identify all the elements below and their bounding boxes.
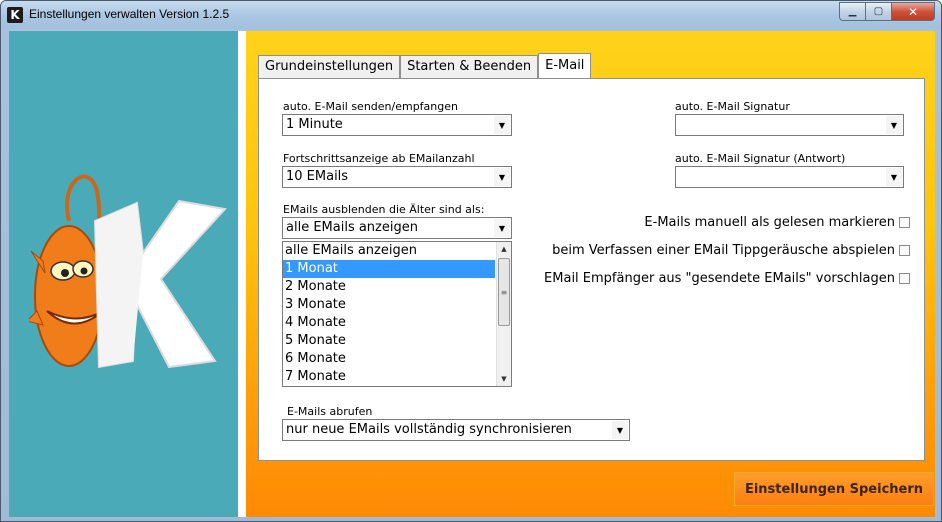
mark-read-label: E-Mails manuell als gelesen markieren (644, 214, 895, 230)
list-item[interactable]: 4 Monate (283, 314, 495, 332)
scroll-up-icon[interactable]: ▲ (497, 242, 511, 256)
list-item[interactable]: 3 Monate (283, 296, 495, 314)
chevron-down-icon[interactable]: ▼ (494, 116, 510, 134)
tab-email[interactable]: E-Mail (538, 53, 592, 79)
logo-panel (9, 31, 238, 517)
app-icon: K (7, 7, 23, 23)
list-item[interactable]: alle EMails anzeigen (283, 242, 495, 260)
dropdown-scrollbar[interactable]: ▲ ≡ ▼ (496, 242, 511, 386)
list-item[interactable]: 2 Monate (283, 278, 495, 296)
hide-older-label: EMails ausblenden die Älter sind als: (283, 203, 485, 216)
mark-read-checkbox[interactable] (899, 216, 910, 228)
list-item[interactable]: 5 Monate (283, 332, 495, 350)
hide-older-select[interactable]: alle EMails anzeigen ▼ (282, 217, 512, 239)
typing-sound-label: beim Verfassen einer EMail Tippgeräusche… (552, 242, 895, 258)
suggest-recipients-label: EMail Empfänger aus "gesendete EMails" v… (544, 270, 895, 286)
scrollbar-thumb[interactable]: ≡ (498, 258, 510, 326)
close-icon: ✕ (907, 4, 919, 19)
suggest-recipients-checkbox-row[interactable]: EMail Empfänger aus "gesendete EMails" v… (544, 270, 910, 286)
fetch-label: E-Mails abrufen (287, 405, 373, 418)
settings-panel: Grundeinstellungen Starten & Beenden E-M… (246, 31, 935, 517)
email-tab-page: auto. E-Mail senden/empfangen 1 Minute ▼… (258, 78, 925, 461)
auto-send-label: auto. E-Mail senden/empfangen (283, 100, 458, 113)
auto-send-value: 1 Minute (286, 117, 343, 132)
window-title: Einstellungen verwalten Version 1.2.5 (29, 7, 230, 21)
save-settings-button[interactable]: Einstellungen Speichern (734, 472, 934, 506)
signature-reply-select[interactable]: ▼ (675, 166, 904, 188)
hide-older-dropdown-list[interactable]: alle EMails anzeigen 1 Monat 2 Monate 3 … (282, 241, 512, 387)
maximize-icon: ▢ (873, 6, 884, 17)
chevron-down-icon[interactable]: ▼ (494, 168, 510, 186)
settings-window: K Einstellungen verwalten Version 1.2.5 … (0, 0, 942, 522)
auto-send-select[interactable]: 1 Minute ▼ (282, 114, 512, 136)
chevron-down-icon[interactable]: ▼ (612, 421, 628, 439)
tab-bar: Grundeinstellungen Starten & Beenden E-M… (258, 53, 592, 79)
mascot-logo-image (29, 174, 227, 369)
minimize-icon: ▁ (848, 6, 857, 17)
fetch-select[interactable]: nur neue EMails vollständig synchronisie… (282, 419, 630, 441)
signature-select[interactable]: ▼ (675, 114, 904, 136)
mark-read-checkbox-row[interactable]: E-Mails manuell als gelesen markieren (644, 214, 910, 230)
progress-value: 10 EMails (286, 169, 349, 184)
minimize-button[interactable]: ▁ (839, 2, 865, 21)
chevron-down-icon[interactable]: ▼ (886, 116, 902, 134)
maximize-button[interactable]: ▢ (865, 2, 891, 21)
list-item[interactable]: 7 Monate (283, 368, 495, 386)
client-area: Grundeinstellungen Starten & Beenden E-M… (9, 31, 935, 517)
progress-select[interactable]: 10 EMails ▼ (282, 166, 512, 188)
tab-starten-beenden[interactable]: Starten & Beenden (400, 55, 539, 79)
scroll-down-icon[interactable]: ▼ (497, 372, 511, 386)
chevron-down-icon[interactable]: ▼ (886, 168, 902, 186)
fetch-value: nur neue EMails vollständig synchronisie… (286, 422, 572, 437)
typing-sound-checkbox[interactable] (899, 244, 910, 256)
list-item-highlighted[interactable]: 1 Monat (283, 260, 495, 278)
hide-older-value: alle EMails anzeigen (286, 220, 418, 235)
typing-sound-checkbox-row[interactable]: beim Verfassen einer EMail Tippgeräusche… (552, 242, 910, 258)
signature-reply-label: auto. E-Mail Signatur (Antwort) (675, 152, 846, 165)
close-button[interactable]: ✕ (891, 2, 935, 21)
suggest-recipients-checkbox[interactable] (899, 272, 910, 284)
signature-label: auto. E-Mail Signatur (675, 100, 790, 113)
chevron-down-icon[interactable]: ▼ (494, 219, 510, 237)
window-controls: ▁ ▢ ✕ (839, 2, 935, 21)
list-item[interactable]: 6 Monate (283, 350, 495, 368)
title-bar[interactable]: K Einstellungen verwalten Version 1.2.5 … (1, 1, 941, 29)
progress-label: Fortschrittsanzeige ab EMailanzahl (283, 152, 475, 165)
tab-grundeinstellungen[interactable]: Grundeinstellungen (258, 55, 401, 79)
